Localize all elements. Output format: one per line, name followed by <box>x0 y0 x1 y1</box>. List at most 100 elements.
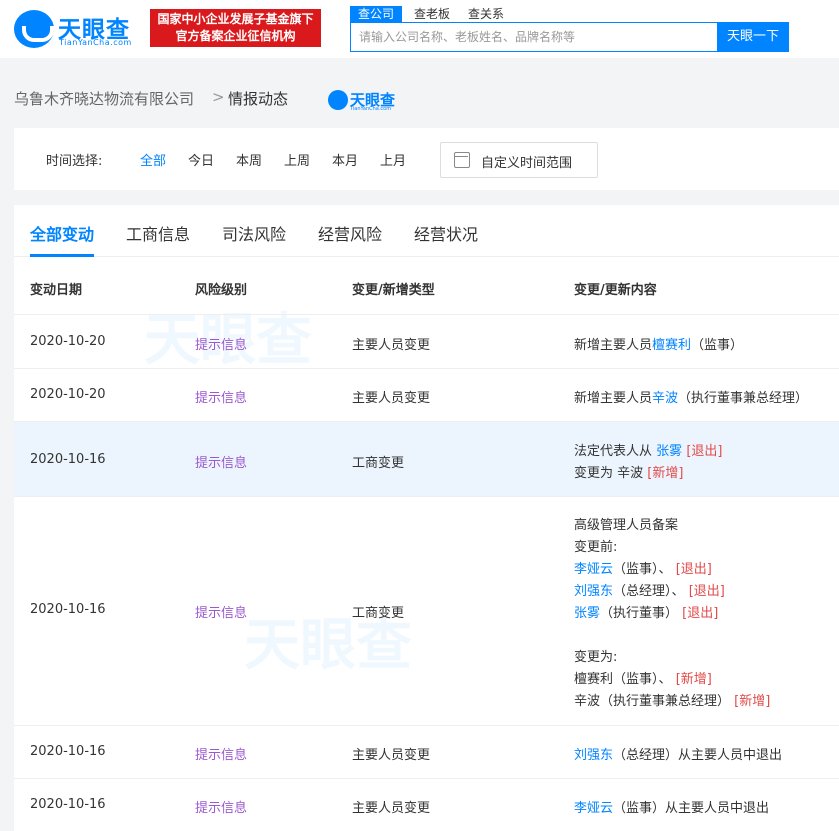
search-button[interactable]: 天眼一下 <box>717 22 789 52</box>
breadcrumb-separator: > <box>212 88 225 106</box>
tab-judicial-risk[interactable]: 司法风险 <box>222 221 286 245</box>
tab-operating-status[interactable]: 经营状况 <box>414 221 478 245</box>
column-header-date: 变动日期 <box>30 283 83 298</box>
risk-level: 提示信息 <box>195 748 248 763</box>
time-option-last-month[interactable]: 上月 <box>380 150 406 169</box>
column-header-content: 变更/更新内容 <box>574 283 657 298</box>
change-date: 2020-10-20 <box>30 387 106 402</box>
mini-brand-logo: 天眼查 TianYanCha.com <box>328 89 402 113</box>
change-type: 主要人员变更 <box>352 801 431 816</box>
person-link[interactable]: 李娅云 <box>574 562 613 577</box>
time-option-last-week[interactable]: 上周 <box>284 150 310 169</box>
change-type: 工商变更 <box>352 456 405 471</box>
tab-all-changes[interactable]: 全部变动 <box>30 221 94 245</box>
before-label: 变更前: <box>574 540 618 555</box>
tab-operating-risk[interactable]: 经营风险 <box>318 221 382 245</box>
after-label: 变更为: <box>574 650 618 665</box>
change-type: 主要人员变更 <box>352 338 431 353</box>
search-tab-relation[interactable]: 查关系 <box>468 6 504 22</box>
person-link[interactable]: 李娅云 <box>574 801 613 816</box>
content-text: （总经理）从主要人员中退出 <box>613 748 783 763</box>
person-role: （监事） <box>613 562 659 577</box>
calendar-icon <box>454 152 470 168</box>
change-date: 2020-10-20 <box>30 334 106 349</box>
time-option-all[interactable]: 全部 <box>140 150 166 169</box>
content-text: 新增主要人员 <box>574 338 653 353</box>
before-item: 李娅云（监事）、 [退出] <box>574 558 712 577</box>
list-separator: 、 <box>658 562 672 577</box>
time-filter: 时间选择: 全部 今日 本周 上周 本月 上月 自定义时间范围 <box>14 128 839 190</box>
person-link[interactable]: 檀赛利 <box>652 338 691 353</box>
change-content-line: 法定代表人从 张雾 [退出] <box>574 440 722 459</box>
change-content: 新增主要人员辛波（执行董事兼总经理） <box>574 387 808 406</box>
change-type: 主要人员变更 <box>352 391 431 406</box>
person-link[interactable]: 张雾 <box>574 606 600 621</box>
table-row: 2020-10-20 提示信息 主要人员变更 新增主要人员辛波（执行董事兼总经理… <box>14 369 839 422</box>
change-date: 2020-10-16 <box>30 744 106 759</box>
search-box <box>350 22 718 52</box>
after-item: 檀赛利（监事）、 [新增] <box>574 668 712 687</box>
table-row: 2020-10-16 提示信息 工商变更 高级管理人员备案 变更前: 李娅云（监… <box>14 497 839 726</box>
breadcrumb-company[interactable]: 乌鲁木齐晓达物流有限公司 <box>14 88 194 109</box>
custom-range-button[interactable]: 自定义时间范围 <box>440 142 598 178</box>
table-row: 2020-10-20 提示信息 主要人员变更 新增主要人员檀赛利（监事） <box>14 316 839 369</box>
content-text: （执行董事兼总经理） <box>678 391 809 406</box>
brand-domain: TianYanCha.com <box>59 38 132 47</box>
time-option-this-week[interactable]: 本周 <box>236 150 262 169</box>
official-badge: 国家中小企业发展子基金旗下 官方备案企业征信机构 <box>150 9 321 47</box>
mini-brand-domain: TianYanCha.com <box>350 106 392 112</box>
search-tab-boss[interactable]: 查老板 <box>414 6 450 22</box>
exit-tag: [退出] <box>688 584 725 599</box>
new-tag: [新增] <box>734 694 771 709</box>
person-role: （执行董事） <box>600 606 679 621</box>
time-option-this-month[interactable]: 本月 <box>332 150 358 169</box>
changes-panel: 天眼查 天眼查 全部变动 工商信息 司法风险 经营风险 经营状况 变动日期 风险… <box>14 205 839 831</box>
change-type: 工商变更 <box>352 606 405 621</box>
search-input[interactable] <box>351 23 717 51</box>
table-row: 2020-10-16 提示信息 主要人员变更 李娅云（监事）从主要人员中退出 <box>14 779 839 831</box>
new-tag: [新增] <box>675 672 712 687</box>
content-text: （监事）从主要人员中退出 <box>613 801 770 816</box>
new-tag: [新增] <box>647 466 684 481</box>
change-content-line: 变更为 辛波 [新增] <box>574 462 683 481</box>
badge-line-1: 国家中小企业发展子基金旗下 <box>157 12 314 26</box>
risk-level: 提示信息 <box>195 801 248 816</box>
change-date: 2020-10-16 <box>30 452 106 467</box>
person-link[interactable]: 张雾 <box>656 444 682 459</box>
list-separator: 、 <box>658 672 672 687</box>
person-name: 檀赛利 <box>574 672 614 687</box>
exit-tag: [退出] <box>686 444 723 459</box>
category-tabs: 全部变动 工商信息 司法风险 经营风险 经营状况 <box>14 205 839 257</box>
before-item: 刘强东（总经理）、 [退出] <box>574 580 725 599</box>
breadcrumb-current: 情报动态 <box>228 90 289 108</box>
content-text: 新增主要人员 <box>574 391 653 406</box>
content-text: 法定代表人从 <box>574 444 653 459</box>
tab-business-info[interactable]: 工商信息 <box>126 221 190 245</box>
custom-range-label: 自定义时间范围 <box>481 156 573 171</box>
change-date: 2020-10-16 <box>30 797 106 812</box>
tianyancha-eye-icon <box>14 10 54 48</box>
person-link[interactable]: 刘强东 <box>574 584 613 599</box>
table-header: 变动日期 风险级别 变更/新增类型 变更/更新内容 <box>14 257 839 315</box>
change-type: 主要人员变更 <box>352 748 431 763</box>
tianyancha-eye-icon <box>328 90 348 110</box>
column-header-risk: 风险级别 <box>195 283 248 298</box>
brand-logo[interactable]: 天眼查 TianYanCha.com <box>14 10 138 48</box>
time-option-today[interactable]: 今日 <box>188 150 214 169</box>
person-role: （监事） <box>613 672 659 687</box>
risk-level: 提示信息 <box>195 391 248 406</box>
risk-level: 提示信息 <box>195 456 248 471</box>
table-row: 2020-10-16 提示信息 工商变更 法定代表人从 张雾 [退出] 变更为 … <box>14 422 839 497</box>
search-tab-company[interactable]: 查公司 <box>350 6 403 22</box>
person-link[interactable]: 刘强东 <box>574 748 613 763</box>
exit-tag: [退出] <box>682 606 719 621</box>
risk-level: 提示信息 <box>195 606 248 621</box>
top-bar: 天眼查 TianYanCha.com 国家中小企业发展子基金旗下 官方备案企业征… <box>0 0 839 58</box>
before-item: 张雾（执行董事） [退出] <box>574 602 718 621</box>
list-separator: 、 <box>671 584 685 599</box>
person-role: （执行董事兼总经理） <box>600 694 731 709</box>
after-item: 辛波（执行董事兼总经理） [新增] <box>574 690 770 709</box>
person-link[interactable]: 辛波 <box>652 391 678 406</box>
risk-level: 提示信息 <box>195 338 248 353</box>
time-filter-label: 时间选择: <box>46 154 103 169</box>
